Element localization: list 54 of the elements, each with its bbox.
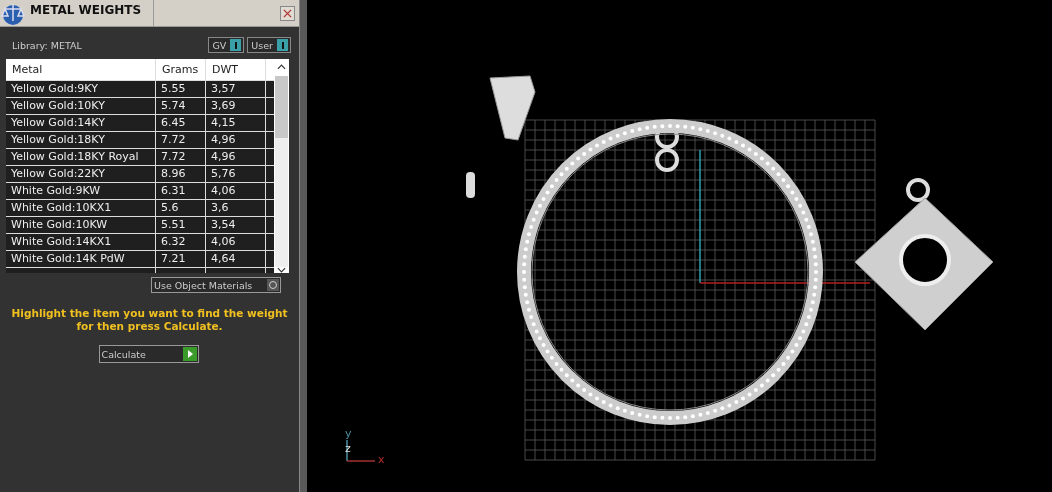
table-cell[interactable]: 5,76 [206, 165, 266, 182]
table-cell[interactable]: 3,54 [206, 216, 266, 233]
column-header[interactable]: DWT [206, 59, 266, 80]
scale-icon [0, 1, 26, 25]
table-cell[interactable]: 5.55 [156, 80, 206, 97]
table-cell[interactable]: 4,15 [206, 114, 266, 131]
use-object-materials-checkbox[interactable]: Use Object Materials [151, 277, 281, 293]
scroll-down-icon[interactable] [277, 267, 286, 273]
table-cell[interactable]: 8.96 [156, 165, 206, 182]
panel-title: METAL WEIGHTS [30, 0, 155, 26]
table-cell[interactable]: 7.21 [156, 250, 206, 267]
column-header[interactable]: Metal [6, 59, 156, 80]
table-cell[interactable]: 4,64 [206, 250, 266, 267]
table-cell[interactable]: White Gold:14KX1 [6, 233, 156, 250]
table-cell[interactable]: 3,6 [206, 199, 266, 216]
table-cell[interactable]: 3,57 [206, 80, 266, 97]
table-cell[interactable]: 4,06 [206, 233, 266, 250]
table-cell[interactable]: 7.72 [156, 148, 206, 165]
toggle-button[interactable]: GV [208, 37, 245, 53]
table-cell[interactable]: 6.45 [156, 114, 206, 131]
table-cell[interactable]: 4,96 [206, 131, 266, 148]
table-cell[interactable]: White Gold:9KW [6, 182, 156, 199]
axis-label: x [378, 453, 385, 466]
table-cell[interactable]: 6.31 [156, 182, 206, 199]
table-cell[interactable]: 5.6 [156, 199, 206, 216]
close-button[interactable] [280, 5, 295, 21]
table-cell[interactable]: 7.72 [156, 131, 206, 148]
table-cell[interactable]: Yellow Gold:14KY [6, 114, 156, 131]
table-cell[interactable]: Yellow Gold:10KY [6, 97, 156, 114]
small-part-drawing [466, 172, 475, 198]
table-cell[interactable]: 4,96 [206, 148, 266, 165]
table-cell[interactable]: White Gold:10KW [6, 216, 156, 233]
toggle-button[interactable]: User [247, 37, 291, 53]
play-icon [182, 347, 197, 361]
bail-drawing [489, 75, 536, 141]
axis-label: z [345, 442, 351, 455]
table-cell[interactable]: 6.32 [156, 233, 206, 250]
library-label: Library: METAL [12, 39, 82, 51]
table-cell[interactable]: 3,69 [206, 97, 266, 114]
axis-gizmo-icon [346, 439, 376, 462]
table-cell[interactable]: 4,06 [206, 182, 266, 199]
calculate-button[interactable]: Calculate [98, 345, 199, 363]
table-cell[interactable]: 5.51 [156, 216, 206, 233]
scroll-up-icon[interactable] [277, 64, 286, 70]
table-cell[interactable]: Yellow Gold:18KY Royal [6, 148, 156, 165]
axis-label: y [345, 427, 352, 440]
instruction-text: Highlight the item you want to find the weight for then press Calculate. [10, 307, 289, 333]
table-cell[interactable]: White Gold:10KX1 [6, 199, 156, 216]
table-cell[interactable]: 5.74 [156, 97, 206, 114]
column-header[interactable]: Grams [156, 59, 206, 80]
table-cell[interactable]: White Gold:14K PdW [6, 250, 156, 267]
table-cell[interactable]: Yellow Gold:9KY [6, 80, 156, 97]
table-cell[interactable]: Yellow Gold:22KY [6, 165, 156, 182]
table-cell[interactable]: Yellow Gold:18KY [6, 131, 156, 148]
